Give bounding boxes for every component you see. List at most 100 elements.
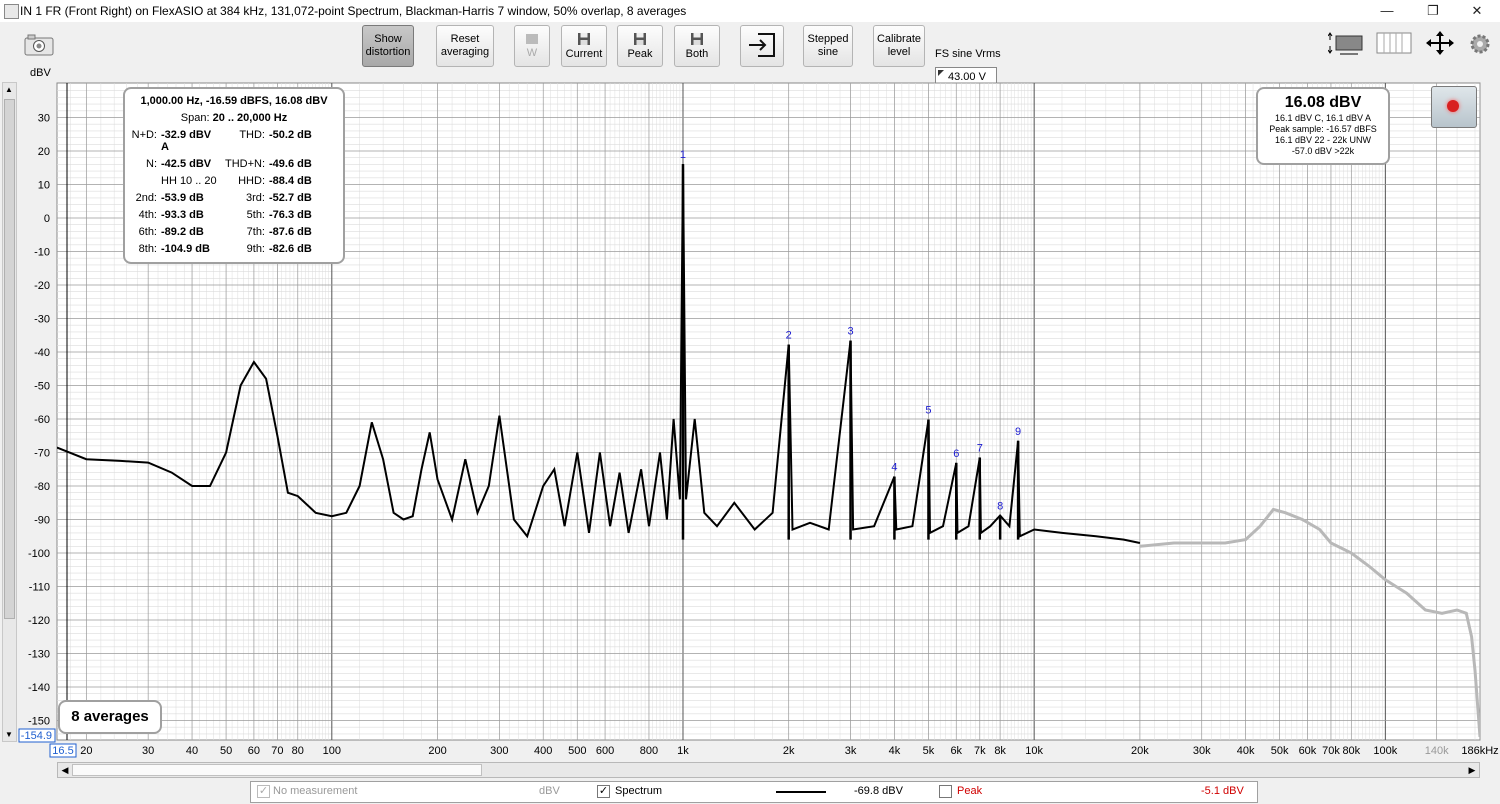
x-tick-label: 2k — [783, 745, 795, 757]
x-tick-label: 80 — [292, 745, 304, 757]
distortion-value: -76.3 dB — [269, 209, 312, 221]
record-icon — [1447, 100, 1459, 112]
x-tick-label: 8k — [994, 745, 1006, 757]
distortion-value: -50.2 dB — [269, 129, 312, 141]
distortion-value: -88.4 dB — [269, 175, 312, 187]
x-tick-label: 80k — [1342, 745, 1360, 757]
level-panel[interactable]: 16.08 dBV 16.1 dBV C, 16.1 dBV A Peak sa… — [1256, 87, 1390, 165]
distortion-value: -104.9 dB — [161, 243, 210, 255]
y-tick-label: -140 — [28, 682, 50, 694]
level-line: Peak sample: -16.57 dBFS — [1269, 124, 1377, 134]
distortion-value: -89.2 dB — [161, 226, 204, 238]
x-tick-label: 186kHz — [1461, 745, 1498, 757]
harmonic-label: 1 — [680, 149, 686, 161]
x-tick-label: 200 — [428, 745, 446, 757]
y-tick-label: -100 — [28, 548, 50, 560]
harmonic-label: 5 — [925, 405, 931, 417]
scroll-right-icon[interactable]: ▶ — [1465, 763, 1479, 777]
horizontal-scrollbar[interactable]: ◀ ▶ — [57, 762, 1480, 778]
distortion-key: 8th: — [138, 243, 157, 255]
y-tick-label: -50 — [34, 381, 50, 393]
no-measurement-checkbox[interactable]: ✓ — [257, 785, 270, 798]
y-tick-label: 10 — [38, 180, 50, 192]
x-tick-label: 100k — [1373, 745, 1397, 757]
y-tick-label: -70 — [34, 448, 50, 460]
distortion-key: N+D: — [131, 129, 157, 141]
level-line: -57.0 dBV >22k — [1291, 146, 1355, 156]
no-measurement-label: No measurement — [273, 785, 358, 797]
level-main-value: 16.08 dBV — [1284, 94, 1362, 111]
distortion-key: N: — [146, 158, 157, 170]
x-tick-label: 20 — [80, 745, 92, 757]
distortion-key: HHD: — [238, 175, 265, 187]
x-tick-label: 1k — [677, 745, 689, 757]
distortion-panel[interactable]: 1,000.00 Hz, -16.59 dBFS, 16.08 dBV Span… — [123, 87, 345, 264]
distortion-key: 3rd: — [246, 192, 265, 204]
y-tick-label: 0 — [44, 213, 50, 225]
distortion-header: 1,000.00 Hz, -16.59 dBFS, 16.08 dBV — [140, 95, 328, 107]
y-bottom-label: -154.9 — [21, 730, 52, 742]
harmonic-label: 9 — [1015, 426, 1021, 438]
y-tick-label: -130 — [28, 649, 50, 661]
x-start-label: 16.5 — [52, 745, 73, 757]
y-tick-label: 30 — [38, 113, 50, 125]
x-tick-label: 800 — [640, 745, 658, 757]
peak-legend-label: Peak — [957, 785, 983, 797]
harmonic-label: 8 — [997, 500, 1003, 512]
distortion-key: 5th: — [246, 209, 265, 221]
x-tick-label: 20k — [1131, 745, 1149, 757]
horizontal-scroll-thumb[interactable] — [72, 764, 482, 776]
x-tick-label: 100 — [323, 745, 341, 757]
y-tick-label: -20 — [34, 280, 50, 292]
distortion-key — [129, 175, 157, 187]
x-tick-label: 7k — [974, 745, 986, 757]
distortion-span: Span: 20 .. 20,000 Hz — [125, 112, 343, 124]
distortion-value: -32.9 dBV A — [161, 129, 212, 153]
y-tick-label: -110 — [29, 582, 50, 594]
distortion-value: -42.5 dBV — [161, 158, 212, 170]
distortion-value: -87.6 dB — [269, 226, 312, 238]
x-tick-label: 4k — [889, 745, 901, 757]
span-label: Span: — [180, 112, 210, 124]
y-tick-label: -60 — [34, 414, 50, 426]
harmonic-label: 6 — [953, 448, 959, 460]
peak-checkbox[interactable] — [939, 785, 952, 798]
averages-badge: 8 averages — [58, 700, 162, 734]
x-tick-label: 50 — [220, 745, 232, 757]
x-tick-label: 400 — [534, 745, 552, 757]
distortion-table: N+D: -32.9 dBV A THD: -50.2 dB N: -42.5 dBV TH… — [129, 129, 343, 255]
x-tick-label: 5k — [923, 745, 935, 757]
x-tick-label: 10k — [1025, 745, 1043, 757]
scroll-left-icon[interactable]: ◀ — [58, 763, 72, 777]
level-line: 16.1 dBV 22 - 22k UNW — [1274, 135, 1372, 145]
no-measurement-unit: dBV — [539, 785, 560, 797]
y-tick-label: -80 — [34, 481, 50, 493]
distortion-key: 7th: — [246, 226, 265, 238]
distortion-value: HH 10 .. 20 — [161, 175, 217, 187]
legend-bar: ✓ No measurement dBV ✓ Spectrum -69.8 dB… — [250, 781, 1258, 803]
harmonic-label: 4 — [891, 462, 897, 474]
peak-legend-value: -5.1 dBV — [1201, 785, 1244, 797]
x-tick-label: 40 — [186, 745, 198, 757]
x-tick-label: 500 — [568, 745, 586, 757]
x-tick-label: 70 — [271, 745, 283, 757]
x-tick-label: 50k — [1271, 745, 1289, 757]
x-tick-label: 3k — [845, 745, 857, 757]
x-tick-label: 30 — [142, 745, 154, 757]
distortion-value: -49.6 dB — [269, 158, 312, 170]
level-line: 16.1 dBV C, 16.1 dBV A — [1274, 113, 1372, 123]
x-tick-label: 300 — [490, 745, 508, 757]
x-tick-label: 30k — [1193, 745, 1211, 757]
distortion-key: 4th: — [138, 209, 157, 221]
spectrum-checkbox[interactable]: ✓ — [597, 785, 610, 798]
y-tick-label: 20 — [38, 146, 50, 158]
x-tick-label: 6k — [950, 745, 962, 757]
x-tick-label: 60k — [1299, 745, 1317, 757]
record-button[interactable] — [1431, 86, 1477, 128]
y-tick-label: -40 — [34, 347, 50, 359]
distortion-key: THD: — [239, 129, 265, 141]
distortion-key: 9th: — [246, 243, 265, 255]
distortion-value: -93.3 dB — [161, 209, 204, 221]
distortion-key: 2nd: — [135, 192, 157, 204]
distortion-key: 6th: — [138, 226, 157, 238]
